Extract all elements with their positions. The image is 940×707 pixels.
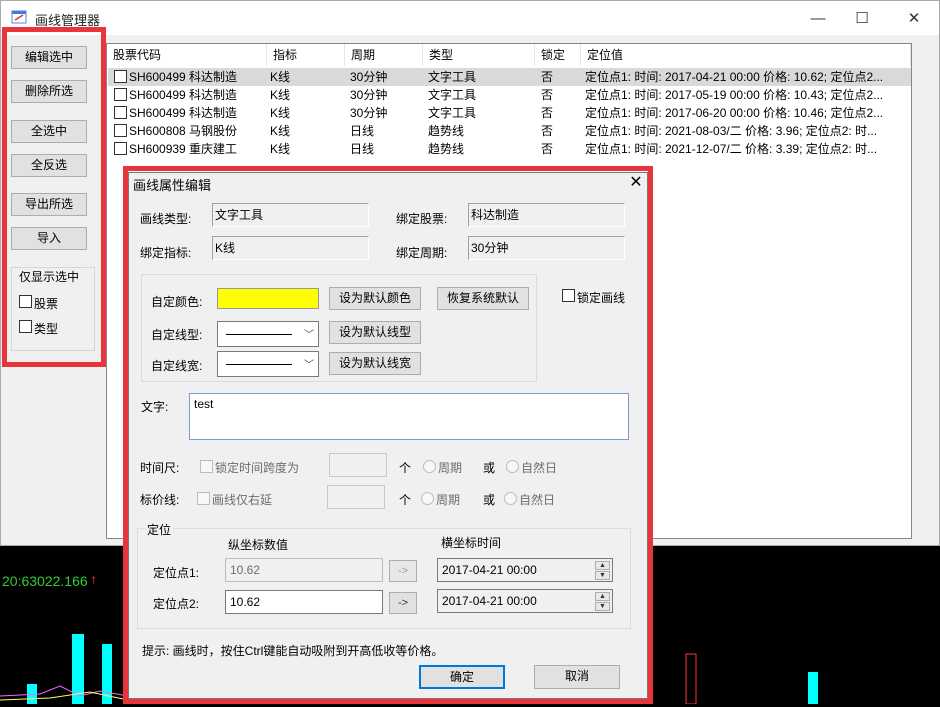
row-checkbox[interactable] xyxy=(114,106,127,119)
cell-stock-code: SH600939 重庆建工 xyxy=(129,142,238,156)
title-bar[interactable]: 画线管理器 — ☐ ✕ xyxy=(1,1,939,35)
cell-type: 趋势线 xyxy=(428,124,465,138)
highlight-box-left xyxy=(2,27,106,367)
row-checkbox[interactable] xyxy=(114,70,127,83)
table-row[interactable]: SH600499 科达制造 K线 30分钟 文字工具 否 定位点1: 时间: 2… xyxy=(108,68,911,86)
cell-type: 文字工具 xyxy=(428,70,477,84)
price-readout: 20:63022.166 xyxy=(2,573,88,589)
column-header-locked[interactable]: 锁定 xyxy=(535,44,581,66)
cell-position: 定位点1: 时间: 2017-04-21 00:00 价格: 10.62; 定位… xyxy=(585,70,884,84)
app-icon xyxy=(11,10,27,24)
column-header-stock-code[interactable]: 股票代码 xyxy=(107,44,267,66)
cell-locked: 否 xyxy=(541,142,554,156)
close-icon[interactable]: ✕ xyxy=(891,1,937,35)
cell-stock-code: SH600499 科达制造 xyxy=(129,88,238,102)
cell-indicator: K线 xyxy=(270,70,291,84)
row-checkbox[interactable] xyxy=(114,88,127,101)
table-row[interactable]: SH600499 科达制造 K线 30分钟 文字工具 否 定位点1: 时间: 2… xyxy=(108,86,911,104)
cell-stock-code: SH600499 科达制造 xyxy=(129,106,238,120)
cell-position: 定位点1: 时间: 2021-08-03/二 价格: 3.96; 定位点2: 时… xyxy=(585,124,878,138)
minimize-icon[interactable]: — xyxy=(795,1,841,35)
cell-stock-code: SH600499 科达制造 xyxy=(129,70,238,84)
column-header-indicator[interactable]: 指标 xyxy=(267,44,345,66)
cell-period: 30分钟 xyxy=(350,70,388,84)
cell-indicator: K线 xyxy=(270,88,291,102)
up-arrow-icon: ↑ xyxy=(90,571,97,587)
cell-indicator: K线 xyxy=(270,142,291,156)
table-row[interactable]: SH600499 科达制造 K线 30分钟 文字工具 否 定位点1: 时间: 2… xyxy=(108,104,911,122)
table-row[interactable]: SH600939 重庆建工 K线 日线 趋势线 否 定位点1: 时间: 2021… xyxy=(108,140,911,158)
row-checkbox[interactable] xyxy=(114,142,127,155)
column-header-position[interactable]: 定位值 xyxy=(581,44,911,66)
cell-period: 30分钟 xyxy=(350,88,388,102)
highlight-box-dialog xyxy=(123,166,653,704)
column-header-period[interactable]: 周期 xyxy=(345,44,423,66)
cell-position: 定位点1: 时间: 2021-12-07/二 价格: 3.39; 定位点2: 时… xyxy=(585,142,878,156)
cell-period: 日线 xyxy=(350,142,375,156)
right-gutter xyxy=(913,43,939,539)
cell-indicator: K线 xyxy=(270,106,291,120)
cell-type: 文字工具 xyxy=(428,88,477,102)
cell-period: 30分钟 xyxy=(350,106,388,120)
maximize-icon[interactable]: ☐ xyxy=(839,1,885,35)
cell-type: 文字工具 xyxy=(428,106,477,120)
cell-locked: 否 xyxy=(541,88,554,102)
chart-bar xyxy=(685,653,697,705)
row-checkbox[interactable] xyxy=(114,124,127,137)
cell-type: 趋势线 xyxy=(428,142,465,156)
cell-position: 定位点1: 时间: 2017-05-19 00:00 价格: 10.43; 定位… xyxy=(585,88,884,102)
chart-bar xyxy=(808,672,818,704)
cell-period: 日线 xyxy=(350,124,375,138)
table-row[interactable]: SH600808 马钢股份 K线 日线 趋势线 否 定位点1: 时间: 2021… xyxy=(108,122,911,140)
column-header-type[interactable]: 类型 xyxy=(423,44,535,66)
cell-locked: 否 xyxy=(541,70,554,84)
cell-indicator: K线 xyxy=(270,124,291,138)
cell-position: 定位点1: 时间: 2017-06-20 00:00 价格: 10.46; 定位… xyxy=(585,106,884,120)
cell-locked: 否 xyxy=(541,106,554,120)
cell-stock-code: SH600808 马钢股份 xyxy=(129,124,238,138)
cell-locked: 否 xyxy=(541,124,554,138)
